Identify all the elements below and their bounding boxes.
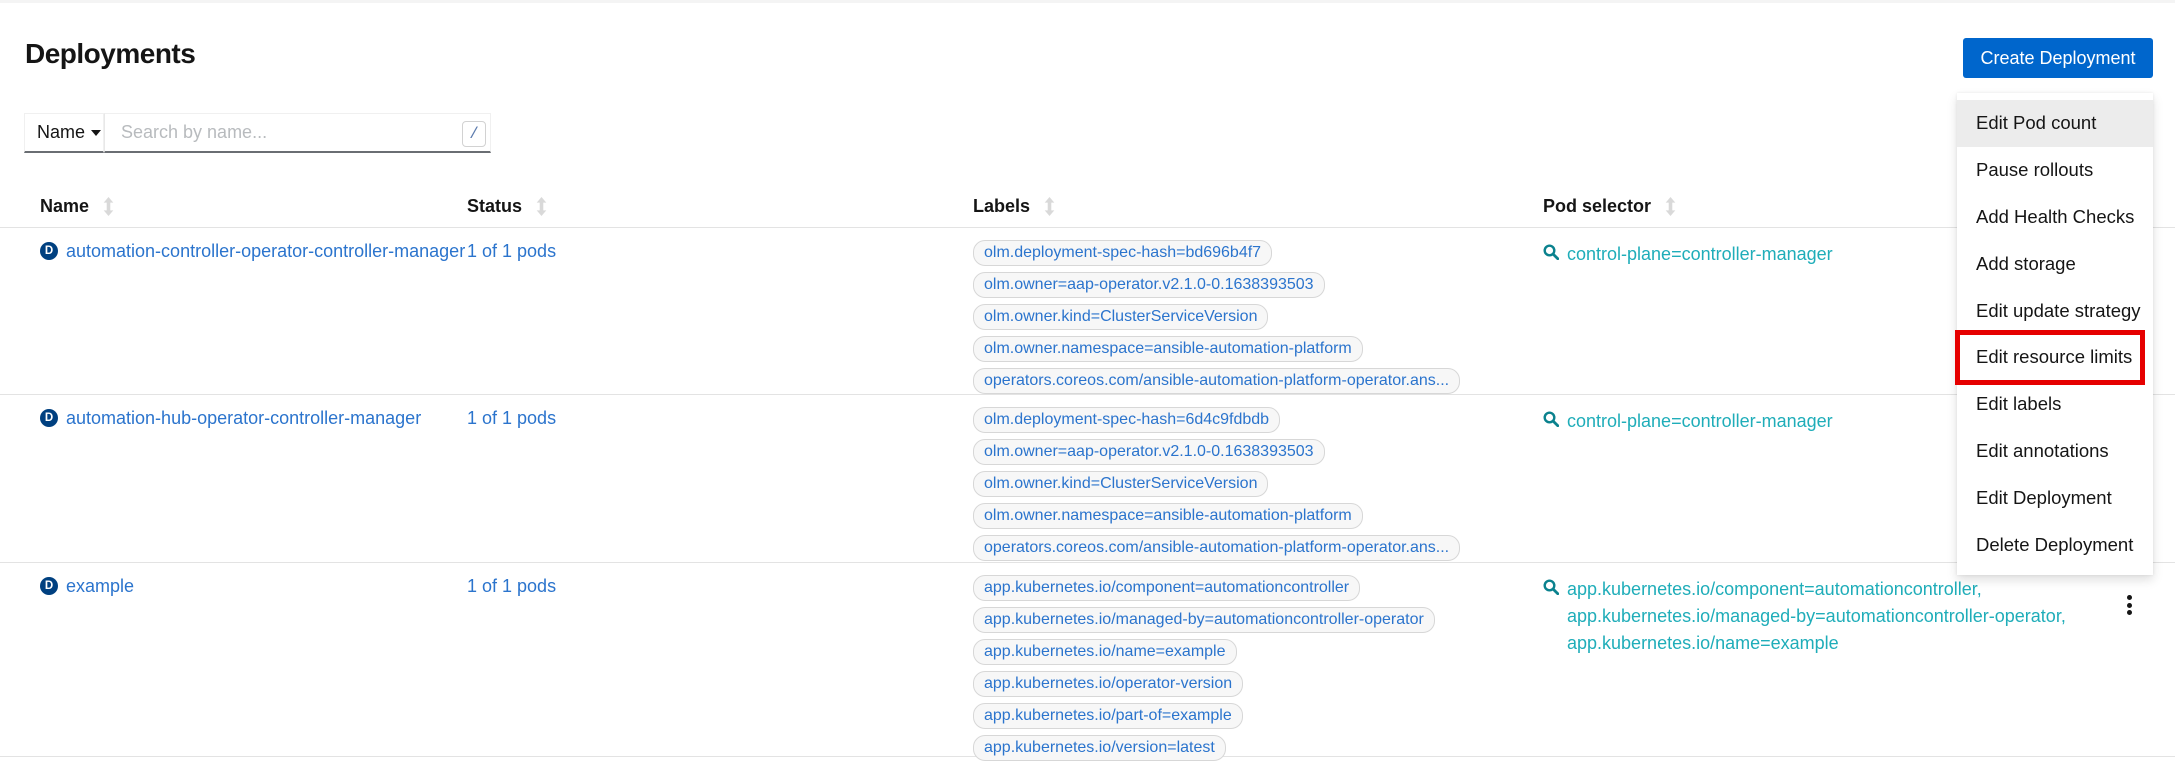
actions-menu: Edit Pod count Pause rollouts Add Health…	[1957, 93, 2153, 575]
menu-item-edit-annotations[interactable]: Edit annotations	[1957, 428, 2153, 475]
search-icon	[1543, 244, 1559, 265]
sort-icon[interactable]	[103, 197, 114, 216]
table-row: D example 1 of 1 pods app.kubernetes.io/…	[0, 563, 2175, 757]
search-field-wrap: /	[104, 113, 491, 153]
label-chip: operators.coreos.com/ansible-automation-…	[973, 535, 1460, 561]
label-chip: app.kubernetes.io/component=automationco…	[973, 575, 1360, 601]
status-pods-link[interactable]: 1 of 1 pods	[467, 408, 556, 428]
sort-icon[interactable]	[1665, 197, 1676, 216]
menu-item-edit-deployment[interactable]: Edit Deployment	[1957, 474, 2153, 521]
filter-toolbar: Name /	[24, 113, 491, 153]
label-chip: operators.coreos.com/ansible-automation-…	[973, 368, 1460, 394]
menu-item-edit-resource-limits[interactable]: Edit resource limits	[1957, 334, 2153, 381]
pod-selector-cell: app.kubernetes.io/component=automationco…	[1543, 563, 2115, 767]
table-header: Name Status Labels Pod selector	[0, 186, 2175, 228]
deployment-name-link[interactable]: automation-hub-operator-controller-manag…	[66, 409, 421, 428]
column-header-name[interactable]: Name	[0, 196, 467, 217]
deployment-resource-badge: D	[40, 242, 58, 260]
name-cell: D automation-controller-operator-control…	[0, 228, 467, 400]
status-cell: 1 of 1 pods	[467, 563, 973, 767]
label-chip: app.kubernetes.io/version=latest	[973, 735, 1226, 761]
search-input[interactable]	[104, 113, 491, 153]
label-chip: olm.owner=aap-operator.v2.1.0-0.16383935…	[973, 272, 1325, 298]
menu-item-pause-rollouts[interactable]: Pause rollouts	[1957, 147, 2153, 194]
filter-type-dropdown[interactable]: Name	[24, 113, 104, 153]
search-icon	[1543, 411, 1559, 432]
pod-selector-link[interactable]: app.kubernetes.io/component=automationco…	[1567, 576, 2066, 657]
deployment-resource-badge: D	[40, 409, 58, 427]
label-chip: app.kubernetes.io/part-of=example	[973, 703, 1243, 729]
menu-item-delete-deployment[interactable]: Delete Deployment	[1957, 521, 2153, 568]
label-chip: app.kubernetes.io/operator-version	[973, 671, 1243, 697]
label-chip: olm.owner.namespace=ansible-automation-p…	[973, 336, 1363, 362]
table-row: D automation-controller-operator-control…	[0, 228, 2175, 395]
slash-shortcut-badge: /	[462, 121, 486, 147]
label-chip: olm.deployment-spec-hash=bd696b4f7	[973, 240, 1272, 266]
actions-cell	[2115, 563, 2175, 767]
label-chip: olm.owner.namespace=ansible-automation-p…	[973, 503, 1363, 529]
deployment-name-link[interactable]: automation-controller-operator-controlle…	[66, 242, 465, 261]
column-header-labels[interactable]: Labels	[973, 196, 1543, 217]
menu-item-add-health-checks[interactable]: Add Health Checks	[1957, 194, 2153, 241]
filter-type-label: Name	[37, 122, 85, 143]
table-row: D automation-hub-operator-controller-man…	[0, 395, 2175, 563]
sort-icon[interactable]	[1044, 197, 1055, 216]
pod-selector-link[interactable]: control-plane=controller-manager	[1567, 408, 1833, 435]
window-top-edge	[0, 0, 2175, 3]
search-icon	[1543, 579, 1559, 600]
status-cell: 1 of 1 pods	[467, 228, 973, 400]
status-cell: 1 of 1 pods	[467, 395, 973, 567]
labels-cell: olm.deployment-spec-hash=bd696b4f7 olm.o…	[973, 228, 1543, 400]
label-chip: olm.deployment-spec-hash=6d4c9fdbdb	[973, 407, 1280, 433]
kebab-menu-icon[interactable]	[2125, 593, 2134, 617]
name-cell: D example	[0, 563, 467, 767]
create-deployment-button[interactable]: Create Deployment	[1963, 38, 2153, 78]
chevron-down-icon	[91, 130, 101, 136]
menu-item-add-storage[interactable]: Add storage	[1957, 240, 2153, 287]
labels-cell: app.kubernetes.io/component=automationco…	[973, 563, 1543, 767]
page-title: Deployments	[25, 38, 195, 70]
status-pods-link[interactable]: 1 of 1 pods	[467, 576, 556, 596]
sort-icon[interactable]	[536, 197, 547, 216]
label-chip: app.kubernetes.io/managed-by=automationc…	[973, 607, 1435, 633]
label-chip: olm.owner.kind=ClusterServiceVersion	[973, 304, 1268, 330]
menu-item-edit-labels[interactable]: Edit labels	[1957, 381, 2153, 428]
label-chip: olm.owner=aap-operator.v2.1.0-0.16383935…	[973, 439, 1325, 465]
deployment-resource-badge: D	[40, 577, 58, 595]
label-chip: olm.owner.kind=ClusterServiceVersion	[973, 471, 1268, 497]
labels-cell: olm.deployment-spec-hash=6d4c9fdbdb olm.…	[973, 395, 1543, 567]
column-header-status[interactable]: Status	[467, 196, 973, 217]
name-cell: D automation-hub-operator-controller-man…	[0, 395, 467, 567]
label-chip: app.kubernetes.io/name=example	[973, 639, 1237, 665]
pod-selector-link[interactable]: control-plane=controller-manager	[1567, 241, 1833, 268]
menu-item-edit-update-strategy[interactable]: Edit update strategy	[1957, 287, 2153, 334]
deployment-name-link[interactable]: example	[66, 577, 134, 596]
menu-item-edit-pod-count[interactable]: Edit Pod count	[1957, 100, 2153, 147]
status-pods-link[interactable]: 1 of 1 pods	[467, 241, 556, 261]
